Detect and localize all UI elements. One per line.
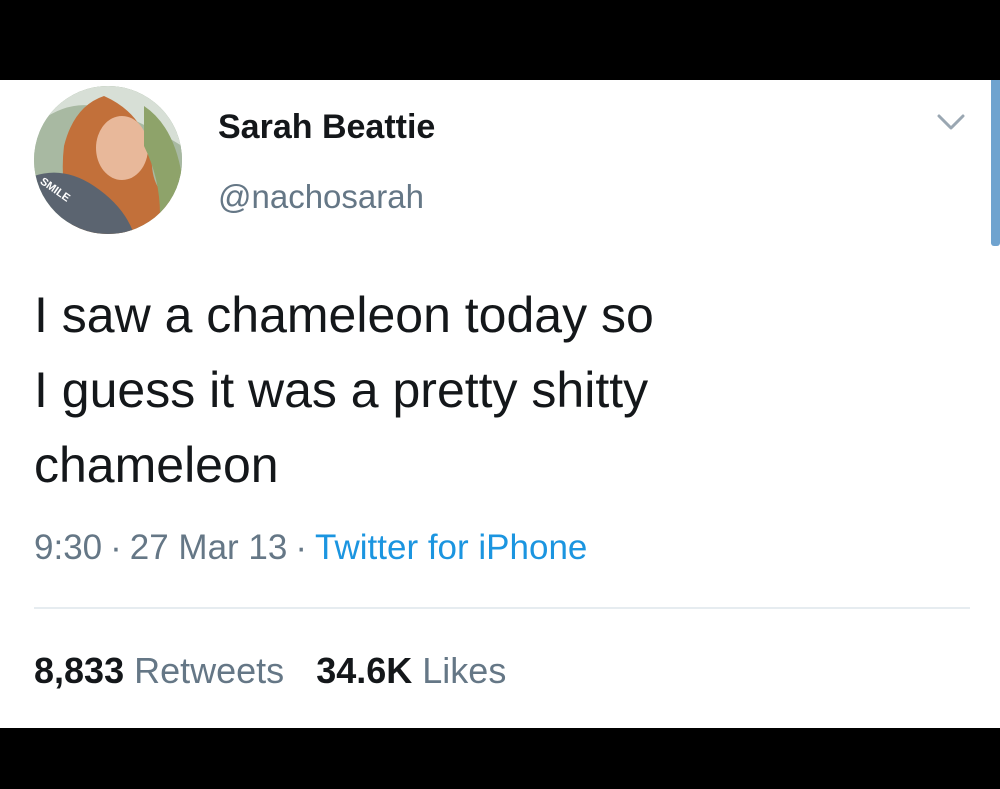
tweet-text: I saw a chameleon today so I guess it wa… bbox=[34, 287, 654, 493]
tweet-card: SMILE Sarah Beattie @nachosarah I saw a … bbox=[0, 80, 1000, 728]
likes-stat[interactable]: 34.6K Likes bbox=[316, 650, 506, 691]
tweet-date[interactable]: 27 Mar 13 bbox=[130, 528, 288, 567]
scrollbar[interactable] bbox=[991, 80, 1000, 246]
separator: · bbox=[295, 528, 308, 567]
divider bbox=[34, 607, 970, 609]
tweet-stats: 8,833 Retweets 34.6K Likes bbox=[34, 650, 538, 692]
author-handle[interactable]: @nachosarah bbox=[218, 178, 424, 216]
retweets-label: Retweets bbox=[134, 650, 285, 691]
retweets-count: 8,833 bbox=[34, 650, 125, 691]
likes-count: 34.6K bbox=[316, 650, 413, 691]
tweet-source-link[interactable]: Twitter for iPhone bbox=[315, 528, 587, 567]
retweets-stat[interactable]: 8,833 Retweets bbox=[34, 650, 284, 691]
likes-label: Likes bbox=[422, 650, 507, 691]
author-name[interactable]: Sarah Beattie bbox=[218, 108, 435, 147]
tweet-time[interactable]: 9:30 bbox=[34, 528, 102, 567]
avatar-image bbox=[34, 86, 182, 234]
separator: · bbox=[110, 528, 122, 567]
chevron-down-icon[interactable] bbox=[933, 110, 969, 134]
avatar[interactable]: SMILE bbox=[34, 86, 182, 234]
tweet-metadata: 9:30 · 27 Mar 13 · Twitter for iPhone bbox=[34, 528, 587, 568]
